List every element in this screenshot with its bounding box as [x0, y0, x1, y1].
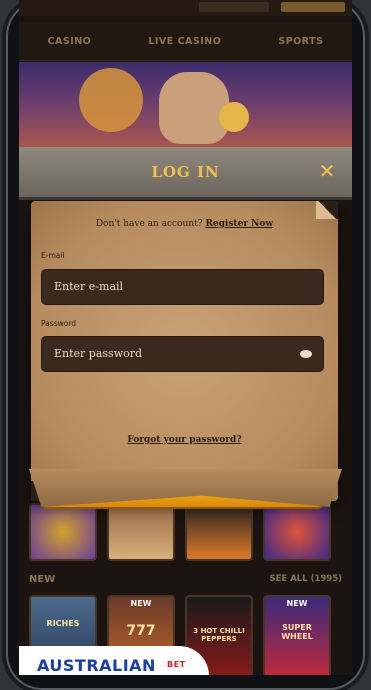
register-prompt-line: Don't have an account? Register Now — [31, 219, 338, 229]
email-label: E-mail — [41, 251, 65, 260]
login-form: Don't have an account? Register Now E-ma… — [31, 201, 338, 509]
modal-title: LOG IN — [151, 163, 220, 181]
modal-header: LOG IN ✕ — [19, 147, 352, 200]
nav-casino[interactable]: CASINO — [48, 36, 92, 47]
email-field[interactable]: Enter e-mail — [41, 269, 324, 305]
logo-suffix: BET — [167, 660, 186, 669]
email-placeholder: Enter e-mail — [54, 280, 124, 293]
game-title: 777 — [126, 623, 156, 639]
logo-text: AUSTRALIAN — [37, 656, 156, 675]
nav-sports[interactable]: SPORTS — [278, 36, 323, 47]
game-tile[interactable] — [29, 503, 97, 561]
header-button[interactable] — [199, 2, 269, 12]
top-header — [19, 0, 352, 16]
game-title: SUPER WHEEL — [281, 623, 313, 641]
eye-icon[interactable] — [300, 350, 312, 358]
forgot-password-link[interactable]: Forgot your password? — [31, 435, 338, 445]
header-button-accent[interactable] — [281, 2, 345, 12]
app-screen: CASINO LIVE CASINO SPORTS NEW SEE ALL (1… — [19, 0, 352, 675]
close-icon[interactable]: ✕ — [316, 160, 338, 182]
game-title: RICHES — [46, 619, 80, 628]
banner-character-art — [159, 72, 229, 144]
new-badge: NEW — [130, 599, 152, 608]
password-placeholder: Enter password — [54, 347, 143, 360]
section-title: NEW — [29, 574, 56, 585]
site-logo: AUSTRALIAN BET — [19, 646, 209, 675]
parchment-corner — [316, 201, 338, 219]
see-all-link[interactable]: SEE ALL (1995) — [270, 574, 343, 584]
password-label: Password — [41, 319, 77, 328]
game-tile[interactable] — [263, 503, 331, 561]
main-nav: CASINO LIVE CASINO SPORTS — [19, 22, 352, 61]
login-modal: LOG IN ✕ Don't have an account? Register… — [19, 147, 352, 509]
game-title: 3 HOT CHILLI PEPPERS — [193, 627, 245, 643]
new-badge: NEW — [286, 599, 308, 608]
banner-moneybag-art — [219, 102, 249, 132]
promo-banner[interactable] — [19, 62, 352, 152]
game-tile[interactable] — [185, 503, 253, 561]
banner-badge-art — [79, 68, 143, 132]
register-link[interactable]: Register Now — [205, 219, 273, 229]
password-field[interactable]: Enter password — [41, 336, 324, 372]
nav-live-casino[interactable]: LIVE CASINO — [148, 36, 221, 47]
register-prompt: Don't have an account? — [95, 219, 203, 229]
games-row-top — [19, 503, 352, 563]
game-tile[interactable] — [107, 503, 175, 561]
game-tile-super-wheel[interactable]: NEW SUPER WHEEL — [263, 595, 331, 675]
